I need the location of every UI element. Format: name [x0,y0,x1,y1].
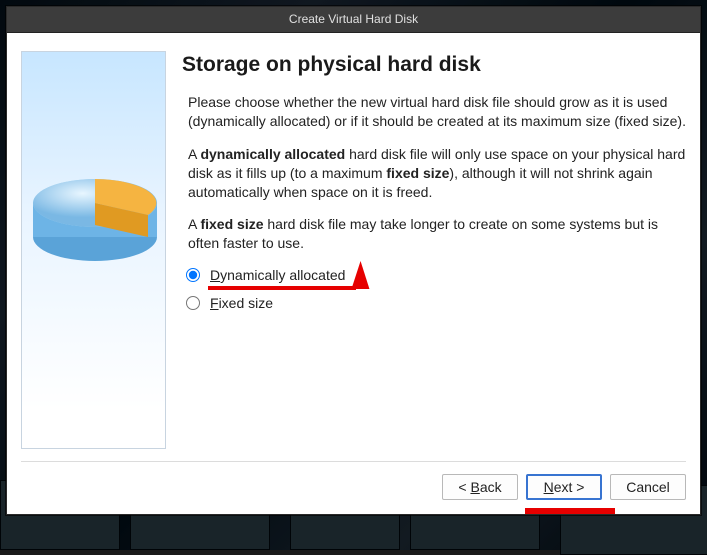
text: ack [480,479,502,495]
radio-fixed-size[interactable]: Fixed size [186,295,686,311]
text: A [188,146,200,162]
wizard-dialog: Create Virtual Hard Disk Storage on phys… [6,6,701,515]
radio-dynamically-allocated[interactable]: Dynamically allocated [186,267,686,283]
titlebar[interactable]: Create Virtual Hard Disk [7,7,700,33]
next-button[interactable]: Next > [526,474,602,500]
button-bar: < Back Next > Cancel [7,462,700,514]
mnemonic: D [210,267,220,283]
radio-label: Fixed size [210,295,273,311]
bold-text: dynamically allocated [200,146,345,162]
disk-pie-icon [30,127,160,287]
text: ynamically allocated [220,267,345,283]
radio-label: Dynamically allocated [210,267,345,283]
bold-text: fixed size [200,216,263,232]
fixed-paragraph: A fixed size hard disk file may take lon… [184,215,686,253]
mnemonic: F [210,295,219,311]
text: A [188,216,200,232]
wizard-main: Storage on physical hard disk Please cho… [184,51,686,449]
mnemonic: B [470,479,479,495]
radio-input[interactable] [186,296,200,310]
annotation-underline-next [525,508,615,514]
text: < [458,479,470,495]
back-button[interactable]: < Back [442,474,518,500]
annotation-arrow-icon [351,261,378,289]
window-title: Create Virtual Hard Disk [289,12,418,26]
text: ext > [554,479,585,495]
dialog-body: Storage on physical hard disk Please cho… [7,33,700,461]
storage-type-radios: Dynamically allocated Fixed size [184,267,686,311]
text: ixed size [219,295,273,311]
radio-input[interactable] [186,268,200,282]
annotation-underline [208,286,356,290]
page-heading: Storage on physical hard disk [182,53,686,77]
cancel-button[interactable]: Cancel [610,474,686,500]
mnemonic: N [544,479,554,495]
bold-text: fixed size [386,165,449,181]
text: Cancel [626,479,670,495]
intro-paragraph: Please choose whether the new virtual ha… [184,93,686,131]
dynamic-paragraph: A dynamically allocated hard disk file w… [184,145,686,202]
wizard-side-image [21,51,166,449]
